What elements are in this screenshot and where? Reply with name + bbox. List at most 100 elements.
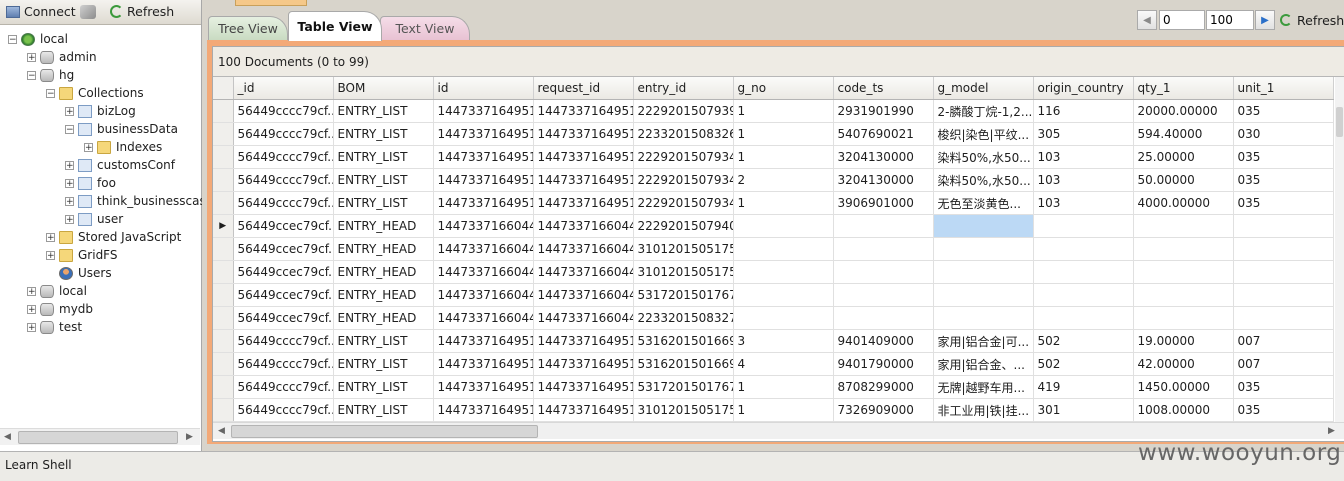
row-header[interactable] bbox=[213, 145, 234, 169]
tree-item[interactable]: + GridFS bbox=[46, 246, 118, 264]
table-cell[interactable]: 2-膦酸丁烷-1,2... bbox=[933, 99, 1034, 123]
table-cell[interactable]: 103 bbox=[1033, 145, 1134, 169]
table-cell[interactable]: 14473371649510 bbox=[533, 352, 634, 376]
table-row[interactable]: 56449ccec79cf...ENTRY_HEAD1447337166044.… bbox=[213, 283, 1334, 307]
scroll-left-arrow-icon[interactable]: ◀ bbox=[4, 432, 11, 442]
table-cell[interactable]: 5317201501767... bbox=[633, 283, 734, 307]
table-row[interactable]: 56449cccc79cf...ENTRY_LIST1447337164951.… bbox=[213, 99, 1334, 123]
column-header[interactable]: unit_1 bbox=[1233, 77, 1334, 100]
table-cell[interactable]: 3906901000 bbox=[833, 191, 934, 215]
table-cell[interactable] bbox=[1133, 237, 1234, 261]
table-cell[interactable]: 8708299000 bbox=[833, 375, 934, 399]
expand-icon[interactable]: + bbox=[65, 160, 74, 170]
table-cell[interactable] bbox=[1233, 260, 1334, 284]
collapse-icon[interactable]: − bbox=[27, 70, 36, 80]
tree-item[interactable]: − local bbox=[8, 30, 68, 48]
tree-item[interactable]: + think_businesscase bbox=[65, 192, 213, 210]
table-cell[interactable]: 3204130000 bbox=[833, 168, 934, 192]
table-cell[interactable]: 035 bbox=[1233, 99, 1334, 123]
table-scroll-thumb[interactable] bbox=[231, 425, 538, 438]
table-cell[interactable]: 14473371660440 bbox=[533, 306, 634, 330]
table-cell[interactable]: ENTRY_LIST bbox=[333, 329, 434, 353]
tab-text-view[interactable]: Text View bbox=[380, 16, 470, 40]
table-cell[interactable]: 1447337164951... bbox=[433, 168, 534, 192]
table-cell[interactable]: ENTRY_LIST bbox=[333, 145, 434, 169]
column-header[interactable]: origin_country bbox=[1033, 77, 1134, 100]
table-cell[interactable]: 1447337164951... bbox=[433, 99, 534, 123]
table-cell[interactable]: 419 bbox=[1033, 375, 1134, 399]
expand-icon[interactable]: + bbox=[65, 106, 74, 116]
row-header[interactable] bbox=[213, 306, 234, 330]
row-header[interactable] bbox=[213, 122, 234, 146]
table-cell[interactable]: 4000.00000 bbox=[1133, 191, 1234, 215]
table-cell[interactable]: 305 bbox=[1033, 122, 1134, 146]
table-cell[interactable]: ENTRY_HEAD bbox=[333, 306, 434, 330]
table-cell[interactable]: 007 bbox=[1233, 329, 1334, 353]
table-cell[interactable] bbox=[933, 237, 1034, 261]
table-cell[interactable]: 7326909000 bbox=[833, 398, 934, 422]
expand-icon[interactable]: + bbox=[65, 214, 74, 224]
column-header[interactable]: g_model bbox=[933, 77, 1034, 100]
table-cell[interactable]: 2229201507934... bbox=[633, 191, 734, 215]
table-cell[interactable] bbox=[1033, 237, 1134, 261]
column-header[interactable]: entry_id bbox=[633, 77, 734, 100]
table-cell[interactable] bbox=[933, 260, 1034, 284]
tree-item[interactable]: − businessData bbox=[65, 120, 178, 138]
table-cell[interactable]: 14473371649510 bbox=[533, 191, 634, 215]
table-cell[interactable]: 1450.00000 bbox=[1133, 375, 1234, 399]
table-row[interactable]: ▶56449ccec79cf...ENTRY_HEAD1447337166044… bbox=[213, 214, 1334, 238]
table-cell[interactable]: 14473371660440 bbox=[533, 260, 634, 284]
expand-icon[interactable]: + bbox=[84, 142, 93, 152]
expand-icon[interactable]: + bbox=[27, 52, 36, 62]
expand-icon[interactable]: + bbox=[46, 232, 55, 242]
table-cell[interactable]: 103 bbox=[1033, 191, 1134, 215]
tree-item[interactable]: + foo bbox=[65, 174, 116, 192]
table-horizontal-scrollbar[interactable]: ◀ ▶ bbox=[213, 422, 1344, 439]
table-cell[interactable]: 2233201508326... bbox=[633, 122, 734, 146]
table-cell[interactable]: 染料50%,水50... bbox=[933, 168, 1034, 192]
table-cell[interactable]: ENTRY_LIST bbox=[333, 191, 434, 215]
table-cell[interactable]: 19.00000 bbox=[1133, 329, 1234, 353]
table-cell[interactable]: ENTRY_HEAD bbox=[333, 260, 434, 284]
collapse-icon[interactable]: − bbox=[65, 124, 74, 134]
table-cell[interactable]: ENTRY_HEAD bbox=[333, 283, 434, 307]
table-cell[interactable]: 56449ccec79cf... bbox=[233, 283, 334, 307]
table-cell[interactable]: ENTRY_LIST bbox=[333, 375, 434, 399]
table-cell[interactable]: 502 bbox=[1033, 352, 1134, 376]
table-cell[interactable]: ENTRY_LIST bbox=[333, 122, 434, 146]
table-cell[interactable]: 2 bbox=[733, 168, 834, 192]
table-cell[interactable]: 2931901990 bbox=[833, 99, 934, 123]
table-cell[interactable]: 035 bbox=[1233, 191, 1334, 215]
scroll-right-arrow-icon[interactable]: ▶ bbox=[1328, 426, 1335, 436]
table-cell[interactable] bbox=[1133, 283, 1234, 307]
previous-page-button[interactable]: ◀ bbox=[1137, 10, 1157, 30]
table-cell[interactable]: 25.00000 bbox=[1133, 145, 1234, 169]
table-cell[interactable]: 梭织|染色|平纹... bbox=[933, 122, 1034, 146]
table-cell[interactable]: 无牌|越野车用... bbox=[933, 375, 1034, 399]
table-cell[interactable]: 1447337166044... bbox=[433, 237, 534, 261]
table-cell[interactable] bbox=[1133, 214, 1234, 238]
table-cell[interactable]: 20000.00000 bbox=[1133, 99, 1234, 123]
connect-button[interactable]: Connect bbox=[6, 2, 76, 21]
column-header[interactable]: request_id bbox=[533, 77, 634, 100]
learn-shell-link[interactable]: Learn Shell bbox=[5, 458, 72, 472]
table-cell[interactable]: 3 bbox=[733, 329, 834, 353]
tree-item[interactable]: + bizLog bbox=[65, 102, 136, 120]
table-row[interactable]: 56449cccc79cf...ENTRY_LIST1447337164951.… bbox=[213, 398, 1334, 422]
row-header[interactable] bbox=[213, 260, 234, 284]
table-cell[interactable]: 2229201507939... bbox=[633, 99, 734, 123]
table-row[interactable]: 56449cccc79cf...ENTRY_LIST1447337164951.… bbox=[213, 329, 1334, 353]
table-cell[interactable]: ENTRY_HEAD bbox=[333, 237, 434, 261]
table-cell[interactable]: 56449ccec79cf... bbox=[233, 306, 334, 330]
table-cell[interactable] bbox=[833, 283, 934, 307]
tree-refresh-button[interactable]: Refresh bbox=[110, 2, 174, 21]
table-cell[interactable] bbox=[1233, 306, 1334, 330]
table-cell[interactable] bbox=[733, 237, 834, 261]
table-cell[interactable]: 染料50%,水50... bbox=[933, 145, 1034, 169]
column-header[interactable]: qty_1 bbox=[1133, 77, 1234, 100]
table-row[interactable]: 56449ccec79cf...ENTRY_HEAD1447337166044.… bbox=[213, 306, 1334, 330]
tab-tree-view[interactable]: Tree View bbox=[208, 16, 288, 40]
tree-item[interactable]: + local bbox=[27, 282, 87, 300]
table-cell[interactable]: 1447337164951... bbox=[433, 191, 534, 215]
table-row[interactable]: 56449cccc79cf...ENTRY_LIST1447337164951.… bbox=[213, 352, 1334, 376]
